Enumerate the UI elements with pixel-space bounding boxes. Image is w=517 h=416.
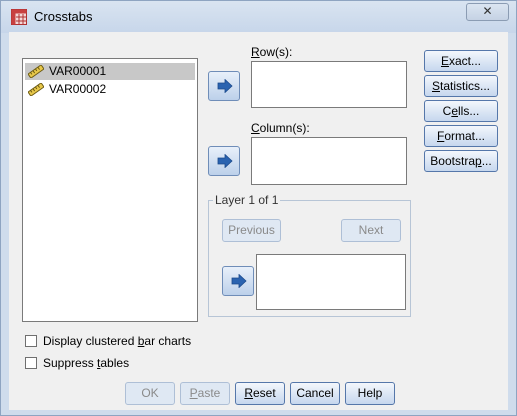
scale-ruler-icon xyxy=(28,83,44,96)
columns-target-list[interactable] xyxy=(251,137,407,185)
bootstrap-button[interactable]: Bootstrap... xyxy=(424,150,498,172)
previous-layer-button[interactable]: Previous xyxy=(222,219,281,242)
variable-name: VAR00001 xyxy=(49,64,107,78)
clustered-bar-charts-label: Display clustered bar charts xyxy=(43,334,192,348)
source-variable-list[interactable]: VAR00001 VAR00002 xyxy=(22,58,198,322)
paste-button[interactable]: Paste xyxy=(180,382,230,405)
layer-target-list[interactable] xyxy=(256,254,406,310)
title-bar: Crosstabs ✕ xyxy=(1,1,516,33)
move-to-rows-button[interactable] xyxy=(208,71,240,101)
rows-target-list[interactable] xyxy=(251,61,407,108)
cancel-button[interactable]: Cancel xyxy=(290,382,340,405)
reset-button[interactable]: Reset xyxy=(235,382,285,405)
exact-button[interactable]: Exact... xyxy=(424,50,498,72)
columns-label: Column(s): xyxy=(251,121,310,135)
close-button[interactable]: ✕ xyxy=(466,3,509,21)
clustered-bar-charts-checkbox[interactable] xyxy=(25,335,37,347)
rows-label: Row(s): xyxy=(251,45,293,59)
statistics-button[interactable]: Statistics... xyxy=(424,75,498,97)
close-icon: ✕ xyxy=(482,4,493,18)
cells-button[interactable]: Cells... xyxy=(424,100,498,122)
variable-name: VAR00002 xyxy=(49,82,107,96)
arrow-right-icon xyxy=(217,79,233,93)
crosstabs-table-icon xyxy=(11,9,27,25)
help-button[interactable]: Help xyxy=(345,382,395,405)
next-layer-button[interactable]: Next xyxy=(341,219,401,242)
move-to-layer-button[interactable] xyxy=(222,266,254,296)
arrow-right-icon xyxy=(217,154,233,168)
variable-item[interactable]: VAR00001 xyxy=(25,63,195,80)
layer-legend: Layer 1 of 1 xyxy=(213,193,281,207)
scale-ruler-icon xyxy=(28,65,44,78)
suppress-tables-checkbox[interactable] xyxy=(25,357,37,369)
format-button[interactable]: Format... xyxy=(424,125,498,147)
ok-button[interactable]: OK xyxy=(125,382,175,405)
move-to-columns-button[interactable] xyxy=(208,146,240,176)
window-title: Crosstabs xyxy=(34,9,93,24)
arrow-right-icon xyxy=(231,274,247,288)
suppress-tables-label: Suppress tables xyxy=(43,356,130,370)
variable-item[interactable]: VAR00002 xyxy=(25,81,195,98)
